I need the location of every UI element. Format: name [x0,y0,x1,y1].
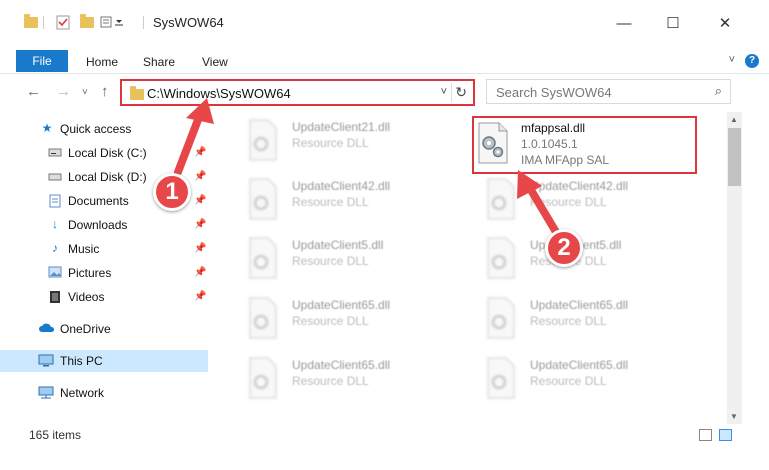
annotation-arrows [174,98,560,236]
arrow-2 [517,170,560,236]
callout-badge-1: 1 [153,173,191,211]
arrow-1 [174,98,214,176]
callout-badge-2: 2 [545,229,583,267]
file-explorer-window: SysWOW64 — ☐ ✕ File Home Share View ˅ ? … [0,0,769,470]
